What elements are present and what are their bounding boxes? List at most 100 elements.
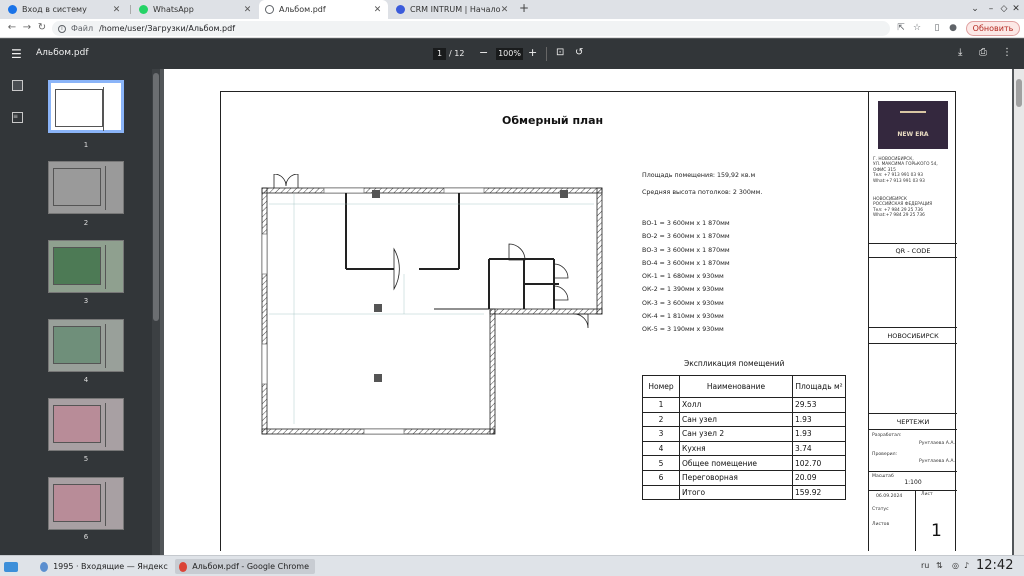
window-close-icon[interactable]: ✕ — [1009, 0, 1023, 19]
shield-icon[interactable]: ◎ — [952, 561, 959, 570]
table-header: Номер — [642, 375, 680, 398]
ceiling-text: Средняя высота потолков: 2 300мм. — [642, 189, 763, 196]
cell-area: 1.93 — [792, 426, 846, 442]
cell-area: 102.70 — [792, 455, 846, 471]
taskbar-item-chrome[interactable]: Альбом.pdf - Google Chrome — [175, 559, 315, 574]
back-button[interactable]: ← — [5, 21, 19, 35]
status-label: Статус — [872, 507, 889, 512]
opening-item: ОК-5 = 3 190мм х 930мм — [642, 326, 724, 334]
cell-area: 29.53 — [792, 397, 846, 413]
close-icon[interactable]: ✕ — [243, 5, 252, 15]
thumbnail-label: 1 — [83, 141, 89, 149]
thumbnail-page-2[interactable] — [48, 161, 124, 214]
tab-crm[interactable]: CRM INTRUM | Начало пер ✕ — [390, 0, 515, 19]
new-tab-button[interactable]: + — [519, 1, 529, 15]
thumbnail-scrollbar[interactable] — [152, 69, 160, 555]
thumbnail-page-5[interactable] — [48, 398, 124, 451]
reload-button[interactable]: ↻ — [35, 21, 49, 35]
title-block: NEW ERA Г. НОВОСИБИРСК, УЛ. МАКСИМА ГОРЬ… — [868, 91, 957, 551]
thumbnail-label: 4 — [83, 376, 89, 384]
taskbar: 1995 · Входящие — Яндекс Почт... Альбом.… — [0, 555, 1024, 576]
opening-item: ВО-1 = 3 600мм х 1 870мм — [642, 220, 730, 227]
fit-page-icon[interactable]: ⊡ — [556, 47, 564, 58]
explication-table: Номер Наименование Площадь м² 1 Холл 29.… — [642, 375, 846, 501]
more-options-icon[interactable]: ⋮ — [1002, 47, 1012, 58]
rotate-icon[interactable]: ↺ — [575, 47, 583, 58]
page-scrollbar[interactable] — [1014, 69, 1024, 555]
bookmark-star-icon[interactable]: ☆ — [910, 21, 924, 35]
start-icon — [4, 561, 18, 572]
menu-icon[interactable]: ☰ — [11, 47, 22, 61]
zoom-out-button[interactable]: − — [479, 46, 488, 59]
volume-icon[interactable]: ♪ — [964, 561, 969, 570]
start-menu-button[interactable] — [4, 559, 23, 574]
tab-whatsapp[interactable]: WhatsApp ✕ — [133, 0, 258, 19]
sheet-label: Лист — [921, 492, 933, 497]
cell-num: 1 — [642, 397, 680, 413]
update-label: Обновить — [972, 24, 1014, 33]
floor-plan — [261, 174, 603, 435]
chevron-down-icon[interactable]: ⌄ — [968, 0, 982, 19]
page-number-input[interactable]: 1 — [433, 48, 446, 60]
crm-icon — [396, 5, 405, 14]
share-icon[interactable]: ⇱ — [894, 21, 908, 35]
sheets-label: Листов — [872, 522, 890, 527]
info-icon[interactable]: i — [58, 24, 66, 33]
print-icon[interactable]: ⎙ — [979, 47, 987, 58]
outline-view-icon[interactable]: ≡ — [12, 112, 23, 123]
zoom-in-button[interactable]: + — [528, 46, 537, 59]
pdf-toolbar: ☰ Альбом.pdf 1 / 12 − 100% + ⊡ ↺ ⤓ ⎙ ⋮ — [0, 39, 1024, 69]
table-row-total: Итого 159.92 — [642, 484, 846, 501]
profile-avatar[interactable]: ● — [946, 21, 960, 35]
update-button[interactable]: Обновить — [966, 21, 1020, 36]
thumbnail-page-1[interactable] — [48, 80, 124, 133]
opening-item: ВО-4 = 3 600мм х 1 870мм — [642, 259, 730, 267]
clock[interactable]: 12:42 — [976, 558, 1013, 573]
tab-strip: Вход в систему ✕ WhatsApp ✕ Альбом.pdf ✕… — [0, 0, 1024, 19]
site-icon — [8, 5, 17, 14]
checked-name: Рунтлаева А.А. — [919, 459, 955, 464]
minimize-icon[interactable]: – — [984, 0, 998, 19]
pdf-filename: Альбом.pdf — [36, 48, 89, 58]
address-scheme: Файл — [71, 24, 94, 33]
taskbar-item-mail[interactable]: 1995 · Входящие — Яндекс Почт... — [40, 559, 170, 574]
thumbnail-label: 2 — [83, 219, 89, 227]
logo-text: NEW ERA — [897, 131, 929, 138]
cell-name: Общее помещение — [679, 455, 793, 471]
network-icon[interactable]: ⇅ — [936, 561, 943, 570]
zoom-input[interactable]: 100% — [496, 48, 523, 60]
checked-label: Проверил: — [872, 452, 898, 457]
cell-name: Сан узел 2 — [679, 426, 793, 442]
address-bar[interactable]: i Файл /home/user/Загрузки/Альбом.pdf — [52, 21, 890, 36]
opening-item: ОК-4 = 1 810мм х 930мм — [642, 313, 724, 321]
thumbnail-panel: 1 2 3 4 5 6 — [34, 69, 152, 555]
forward-button[interactable]: → — [20, 21, 34, 35]
tab-login[interactable]: Вход в систему ✕ — [2, 0, 127, 19]
keyboard-layout[interactable]: ru — [921, 561, 929, 570]
sheet-number: 1 — [931, 521, 942, 541]
close-icon[interactable]: ✕ — [373, 5, 382, 15]
pdf-page: Обмерный план Площадь помещения: 159,92 … — [164, 69, 1012, 555]
address-block-2: НОВОСИБИРСК РОССИЙСКАЯ ФЕДЕРАЦИЯ Тел: +7… — [873, 197, 933, 219]
close-icon[interactable]: ✕ — [500, 5, 509, 15]
cell-area: 3.74 — [792, 440, 846, 457]
developed-name: Рунтлаева А.А. — [919, 441, 955, 446]
thumbnail-page-4[interactable] — [48, 319, 124, 372]
browser-toolbar: ← → ↻ i Файл /home/user/Загрузки/Альбом.… — [0, 19, 1024, 38]
explication-title: Экспликация помещений — [684, 359, 785, 368]
side-panel-icon[interactable]: ▯ — [930, 21, 944, 35]
close-icon[interactable]: ✕ — [112, 5, 121, 15]
cell-num: 6 — [642, 469, 680, 486]
thumbnail-label: 3 — [83, 297, 89, 305]
download-icon[interactable]: ⤓ — [958, 47, 962, 58]
table-header: Площадь м² — [792, 375, 846, 398]
thumbnail-page-6[interactable] — [48, 477, 124, 530]
tab-album-pdf[interactable]: Альбом.pdf ✕ — [259, 0, 388, 19]
thumbnails-view-icon[interactable] — [12, 80, 23, 91]
table-row: 4 Кухня 3.74 — [642, 440, 846, 457]
tab-title: Альбом.pdf — [279, 5, 326, 14]
table-row: 1 Холл 29.53 — [642, 397, 846, 413]
cell-num: 2 — [642, 411, 680, 428]
whatsapp-icon — [139, 5, 148, 14]
thumbnail-page-3[interactable] — [48, 240, 124, 293]
